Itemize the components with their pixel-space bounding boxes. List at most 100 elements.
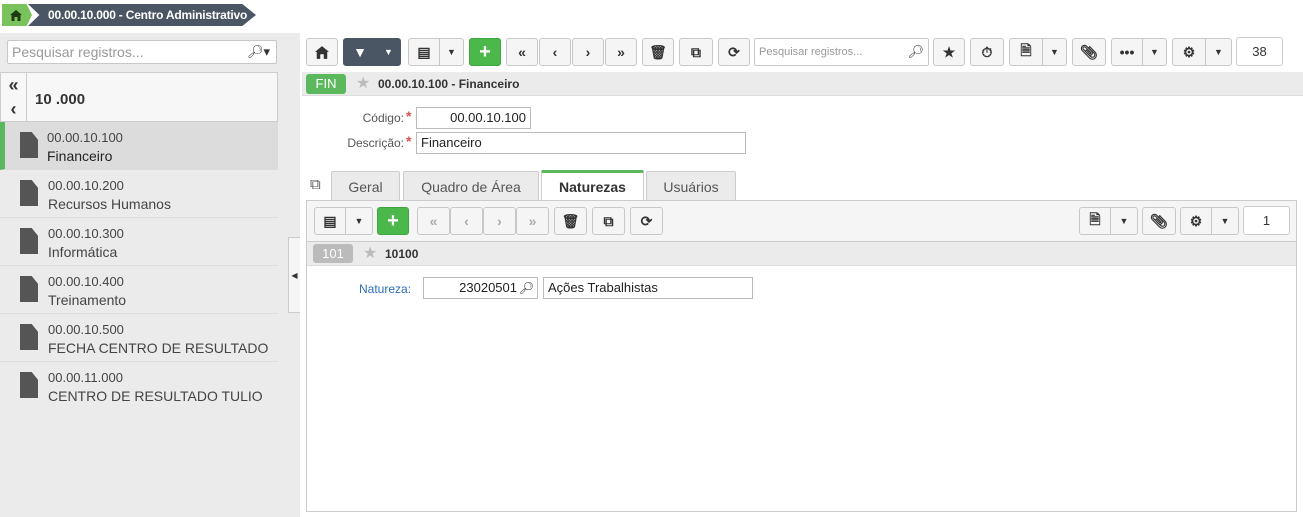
tab-quadro-de-area[interactable]: Quadro de Área [403, 171, 539, 201]
sub-export-dropdown[interactable]: ▼ [1110, 207, 1138, 235]
first-record-button[interactable]: « [506, 38, 538, 66]
descricao-field[interactable]: Financeiro [416, 132, 746, 154]
add-button[interactable]: + [469, 38, 501, 66]
sub-attach-button[interactable]: 📎︎ [1142, 207, 1176, 235]
tree-item[interactable]: 00.00.10.400 Treinamento [0, 266, 278, 314]
collapse-panel-handle[interactable]: ◀ [288, 237, 300, 313]
prev-record-button[interactable]: ‹ [539, 38, 571, 66]
export-dropdown[interactable]: ▼ [1042, 38, 1067, 66]
sub-settings-button[interactable]: ⚙ [1180, 207, 1212, 235]
record-search-placeholder: Pesquisar registros... [759, 46, 863, 58]
tree-item[interactable]: 00.00.11.000 CENTRO DE RESULTADO TULIO [0, 362, 278, 410]
sub-refresh-button[interactable]: ⟳ [630, 207, 663, 235]
caret-down-icon: ▼ [1150, 47, 1159, 57]
caret-down-icon: ▼ [354, 216, 364, 226]
left-search-input[interactable]: Pesquisar registros... 🔎︎▾ [7, 40, 277, 64]
tree-item[interactable]: 00.00.10.200 Recursos Humanos [0, 170, 278, 218]
sub-first-button[interactable]: « [417, 207, 450, 235]
breadcrumb: 00.00.10.000 - Centro Administrativo [0, 0, 1303, 30]
caret-down-icon: ▼ [384, 47, 393, 57]
settings-dropdown[interactable]: ▼ [1205, 38, 1232, 66]
document-icon [20, 132, 38, 158]
chevron-right-icon: › [585, 44, 591, 60]
refresh-button[interactable]: ⟳ [718, 38, 750, 66]
trash-icon: 🗑︎ [649, 43, 667, 60]
sub-prev-button[interactable]: ‹ [450, 207, 483, 235]
home-icon [315, 45, 329, 59]
star-icon[interactable]: ★ [363, 243, 377, 263]
tree-item-code: 00.00.10.100 [47, 130, 123, 145]
document-icon [20, 180, 38, 206]
copy-button[interactable]: ⧉ [679, 38, 713, 66]
next-record-button[interactable]: › [572, 38, 604, 66]
export-icon: 🗎︎ [1089, 211, 1101, 227]
tab-naturezas[interactable]: Naturezas [541, 170, 644, 201]
sub-next-button[interactable]: › [483, 207, 516, 235]
more-dropdown[interactable]: ▼ [1142, 38, 1167, 66]
sub-view-dropdown[interactable]: ▼ [345, 207, 373, 235]
filter-dropdown[interactable]: ▼ [376, 38, 401, 66]
sub-copy-button[interactable]: ⧉ [592, 207, 625, 235]
document-icon [20, 372, 38, 398]
sub-record-title: 10100 [385, 247, 419, 261]
sub-last-button[interactable]: » [516, 207, 549, 235]
star-icon: ★ [942, 43, 956, 60]
tree-item[interactable]: 00.00.10.500 FECHA CENTRO DE RESULTADO [0, 314, 278, 362]
tree-item-name: FECHA CENTRO DE RESULTADO [48, 340, 269, 356]
back-icon[interactable]: ‹ [11, 99, 17, 120]
timer-button[interactable]: ⏱︎ [970, 38, 1004, 66]
gear-icon: ⚙ [1182, 43, 1196, 60]
copy-tabs-icon[interactable]: ⧉ [310, 176, 321, 193]
search-icon[interactable]: 🔎︎▾ [247, 41, 270, 63]
copy-icon: ⧉ [691, 43, 701, 60]
tree-item[interactable]: 00.00.10.300 Informática [0, 218, 278, 266]
sub-delete-button[interactable]: 🗑︎ [554, 207, 587, 235]
sub-view-button[interactable]: ▤ [314, 207, 346, 235]
tree-item[interactable]: 00.00.10.100 Financeiro [0, 122, 278, 170]
tree-item-name: Recursos Humanos [48, 196, 171, 212]
view-button[interactable]: ▤ [408, 38, 440, 66]
sub-export-button[interactable]: 🗎︎ [1079, 207, 1111, 235]
copy-icon: ⧉ [603, 212, 614, 229]
tree-title: 10 .000 [35, 91, 86, 108]
more-button[interactable]: ••• [1111, 38, 1143, 66]
tree-item-code: 00.00.10.300 [48, 226, 124, 241]
search-icon[interactable]: 🔎︎ [519, 278, 534, 298]
double-chevron-right-icon: » [617, 44, 625, 60]
descricao-label: Descrição: [347, 136, 404, 150]
filter-button[interactable]: ▼ [343, 38, 377, 66]
sub-settings-dropdown[interactable]: ▼ [1211, 207, 1239, 235]
home-button[interactable] [306, 38, 338, 66]
search-icon[interactable]: 🔎︎ [907, 39, 924, 65]
caret-down-icon: ▼ [1119, 216, 1129, 226]
gear-icon: ⚙ [1189, 212, 1203, 229]
list-view-icon: ▤ [323, 212, 337, 229]
breadcrumb-home[interactable] [2, 4, 32, 26]
view-dropdown[interactable]: ▼ [439, 38, 464, 66]
attach-button[interactable]: 📎︎ [1072, 38, 1106, 66]
tree-item-name: Informática [48, 244, 118, 260]
refresh-icon: ⟳ [640, 212, 653, 229]
tree-item-code: 00.00.10.400 [48, 274, 124, 289]
first-level-icon[interactable]: « [8, 75, 18, 96]
list-view-icon: ▤ [417, 43, 431, 60]
last-record-button[interactable]: » [605, 38, 637, 66]
chevron-right-icon: › [497, 213, 502, 229]
favorite-button[interactable]: ★ [933, 38, 965, 66]
tab-usuarios[interactable]: Usuários [646, 171, 736, 201]
star-icon[interactable]: ★ [356, 73, 370, 93]
record-search-input[interactable]: Pesquisar registros... 🔎︎ [754, 38, 929, 66]
chevron-left-icon: ‹ [464, 213, 469, 229]
breadcrumb-item[interactable]: 00.00.10.000 - Centro Administrativo [28, 4, 256, 26]
sub-add-button[interactable]: + [377, 207, 409, 235]
codigo-field[interactable]: 00.00.10.100 [416, 107, 531, 129]
export-button[interactable]: 🗎︎ [1009, 38, 1043, 66]
settings-button[interactable]: ⚙ [1172, 38, 1206, 66]
delete-button[interactable]: 🗑︎ [642, 38, 674, 66]
sub-record-badge: 101 [313, 244, 353, 263]
tab-geral[interactable]: Geral [331, 171, 400, 201]
required-marker: * [406, 133, 412, 149]
natureza-code-field[interactable]: 23020501 🔎︎ [423, 277, 538, 299]
codigo-label: Código: [362, 111, 404, 125]
record-count: 38 [1236, 37, 1283, 66]
